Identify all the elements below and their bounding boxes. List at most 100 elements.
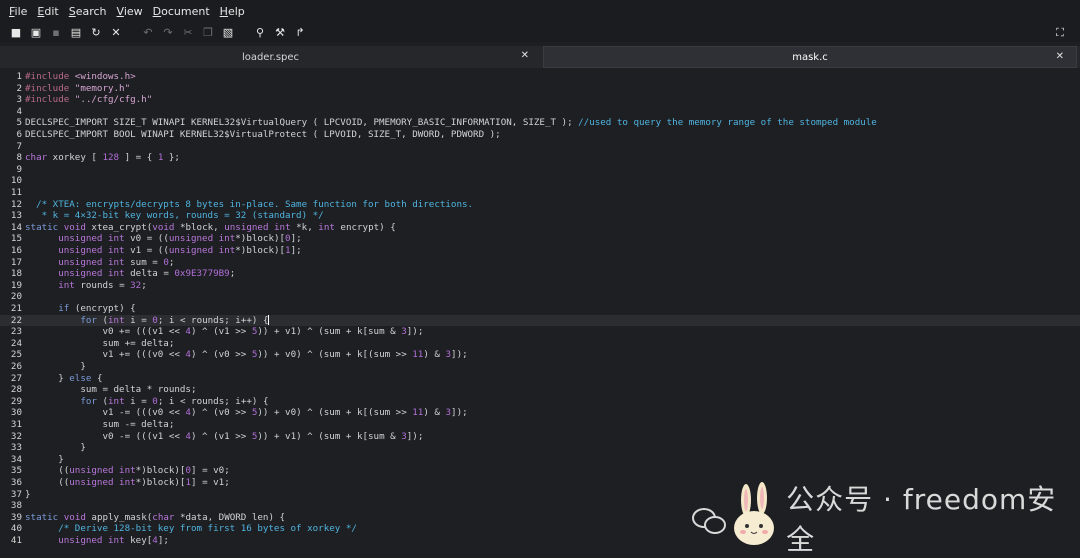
line-number: 39 [10,511,22,523]
wechat-icon [690,500,726,536]
line-number: 30 [10,407,22,419]
code-line[interactable]: 23 v0 += (((v1 << 4) ^ (v1 >> 5)) + v1) … [0,326,1080,338]
code-line[interactable]: 32 v0 -= (((v1 << 4) ^ (v1 >> 5)) + v1) … [0,431,1080,443]
code-line[interactable]: 33 } [0,442,1080,454]
toolbar: ■ ▣ ▪ ▤ ↻ ✕ ↶ ↷ ✂ ❐ ▧ ⚲ ⚒ ↱ ⛶ [0,22,1080,42]
cut-icon[interactable]: ✂ [178,23,198,41]
line-number: 34 [10,453,22,465]
code-text: } [25,361,86,372]
code-line[interactable]: 3 #include "../cfg/cfg.h" [0,94,1080,106]
code-line[interactable]: 28 sum = delta * rounds; [0,384,1080,396]
menu-help[interactable]: Help [215,5,250,18]
code-text: unsigned int delta = 0x9E3779B9; [58,268,236,280]
tab-mask-c[interactable]: mask.c ✕ [543,46,1077,68]
new-file-icon[interactable]: ■ [6,23,26,41]
search-icon[interactable]: ⚲ [250,23,270,41]
tab-loader-spec[interactable]: loader.spec ✕ [0,46,541,68]
code-line[interactable]: 15 unsigned int v0 = ((unsigned int*)blo… [0,233,1080,245]
save-as-icon[interactable]: ▤ [66,23,86,41]
code-line[interactable]: 27 } else { [0,373,1080,385]
code-text: for (int i = 0; i < rounds; i++) { [80,314,270,326]
code-line[interactable]: 13 * k = 4×32-bit key words, rounds = 32… [0,210,1080,222]
line-number: 21 [10,303,22,314]
fullscreen-icon[interactable]: ⛶ [1050,24,1070,42]
code-line[interactable]: 20 [0,291,1080,303]
tab-close-icon[interactable]: ✕ [1056,51,1064,62]
line-number: 28 [10,384,22,396]
menu-document[interactable]: Document [148,5,215,18]
code-line[interactable]: 5 DECLSPEC_IMPORT SIZE_T WINAPI KERNEL32$… [0,117,1080,129]
goto-icon[interactable]: ↱ [290,23,310,41]
code-line[interactable]: 31 sum -= delta; [0,419,1080,431]
line-number: 35 [10,465,22,477]
code-text: #include "../cfg/cfg.h" [25,94,153,106]
tab-label: mask.c [792,51,828,63]
copy-icon[interactable]: ❐ [198,23,218,41]
text-cursor [268,315,270,326]
code-line[interactable]: 17 unsigned int sum = 0; [0,257,1080,269]
replace-icon[interactable]: ⚒ [270,23,290,41]
code-text: } [25,488,31,500]
line-number: 10 [10,175,22,187]
code-line[interactable]: 7 [0,141,1080,153]
line-number: 22 [10,314,22,326]
tab-close-icon[interactable]: ✕ [521,50,529,61]
code-line[interactable]: 29 for (int i = 0; i < rounds; i++) { [0,396,1080,408]
code-line[interactable]: 34 } [0,454,1080,466]
code-line[interactable]: 24 sum += delta; [0,338,1080,350]
line-number: 20 [10,291,22,303]
close-icon[interactable]: ✕ [106,23,126,41]
code-line[interactable]: 8 char xorkey [ 128 ] = { 1 }; [0,152,1080,164]
code-line[interactable]: 19 int rounds = 32; [0,280,1080,292]
code-line[interactable]: 4 [0,106,1080,118]
code-line[interactable]: 11 [0,187,1080,199]
code-text: } else { [25,372,103,384]
menu-view[interactable]: View [112,5,148,18]
code-text: char xorkey [ 128 ] = { 1 }; [25,152,180,164]
line-number: 15 [10,233,22,245]
redo-icon[interactable]: ↷ [158,23,178,41]
line-number: 36 [10,477,22,488]
menu-search[interactable]: Search [64,5,112,18]
code-line[interactable]: 22 for (int i = 0; i < rounds; i++) { [0,314,1080,327]
code-line[interactable]: 1 #include <windows.h> [0,71,1080,83]
code-text: if (encrypt) { [58,303,136,314]
code-line[interactable]: 10 [0,175,1080,187]
code-text: unsigned int v0 = ((unsigned int*)block)… [58,233,302,245]
line-number: 33 [10,442,22,454]
menu-file[interactable]: File [4,5,32,18]
code-line[interactable]: 9 [0,164,1080,176]
line-number: 17 [10,256,22,268]
code-text: static void apply_mask(char *data, DWORD… [25,511,286,523]
line-number: 26 [10,361,22,372]
code-line[interactable]: 14 static void xtea_crypt(void *block, un… [0,222,1080,234]
code-line[interactable]: 2 #include "memory.h" [0,83,1080,95]
code-text: DECLSPEC_IMPORT BOOL WINAPI KERNEL32$Vir… [25,129,501,140]
line-number: 3 [16,94,22,106]
undo-icon[interactable]: ↶ [138,23,158,41]
code-line[interactable]: 30 v1 -= (((v0 << 4) ^ (v0 >> 5)) + v0) … [0,407,1080,419]
tab-bar: loader.spec ✕ mask.c ✕ [0,46,1080,68]
code-text: ((unsigned int*)block)[1] = v1; [25,477,230,488]
code-line[interactable]: 35 ((unsigned int*)block)[0] = v0; [0,465,1080,477]
code-line[interactable]: 21 if (encrypt) { [0,303,1080,315]
code-line[interactable]: 18 unsigned int delta = 0x9E3779B9; [0,268,1080,280]
paste-icon[interactable]: ▧ [218,23,238,41]
line-number: 18 [10,268,22,280]
code-line[interactable]: 6 DECLSPEC_IMPORT BOOL WINAPI KERNEL32$Vi… [0,129,1080,141]
line-number: 4 [16,105,22,117]
code-line[interactable]: 12 /* XTEA: encrypts/decrypts 8 bytes in… [0,199,1080,211]
code-text: unsigned int v1 = ((unsigned int*)block)… [58,245,302,256]
reload-icon[interactable]: ↻ [86,23,106,41]
save-icon[interactable]: ▪ [46,23,66,41]
menu-edit[interactable]: Edit [32,5,63,18]
line-number: 5 [16,117,22,129]
line-number: 25 [10,349,22,361]
code-line[interactable]: 25 v1 += (((v0 << 4) ^ (v0 >> 5)) + v0) … [0,349,1080,361]
new-window-icon[interactable]: ▣ [26,23,46,41]
code-text: int rounds = 32; [58,279,147,291]
code-line[interactable]: 16 unsigned int v1 = ((unsigned int*)blo… [0,245,1080,257]
line-number: 31 [10,419,22,430]
code-text: sum -= delta; [25,419,175,430]
code-line[interactable]: 26 } [0,361,1080,373]
